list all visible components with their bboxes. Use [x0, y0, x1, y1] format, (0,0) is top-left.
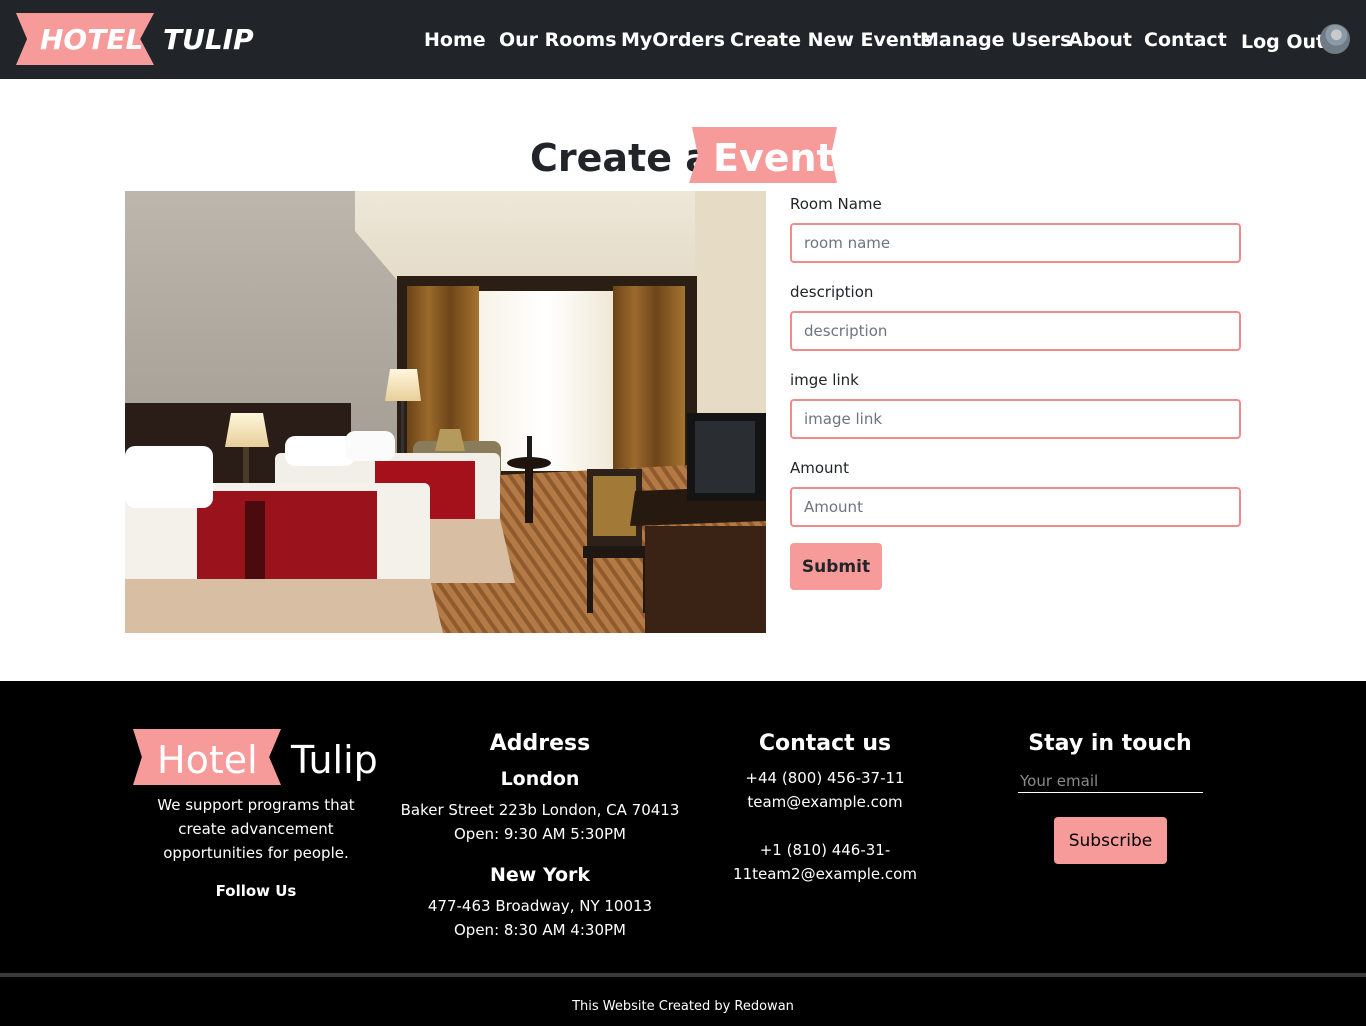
image-link-label: imge link — [790, 371, 859, 389]
amount-input[interactable] — [790, 487, 1241, 527]
room-name-input[interactable] — [790, 223, 1241, 263]
address-title: Address — [489, 731, 591, 756]
contact-phone-1: +44 (800) 456-37-11 — [745, 769, 905, 787]
contact-title: Contact us — [758, 731, 892, 756]
london-hours: Open: 9:30 AM 5:30PM — [454, 825, 626, 843]
nav-manage-users[interactable]: Manage Users — [920, 28, 1071, 52]
submit-button[interactable]: Submit — [790, 543, 882, 590]
new-york-street: 477-463 Broadway, NY 10013 — [427, 897, 653, 915]
amount-label: Amount — [790, 459, 849, 477]
user-avatar-icon[interactable] — [1320, 24, 1350, 54]
room-photo — [125, 191, 766, 633]
newsletter-email-input[interactable] — [1018, 769, 1203, 793]
room-name-label: Room Name — [790, 195, 882, 213]
image-link-input[interactable] — [790, 399, 1241, 439]
nav-about[interactable]: About — [1068, 28, 1132, 52]
city-new-york: New York — [489, 864, 591, 886]
stay-in-touch-title: Stay in touch — [1028, 731, 1192, 756]
nav-home[interactable]: Home — [424, 28, 486, 52]
footer: Hotel Tulip We support programs that cre… — [0, 681, 1366, 1026]
footer-brand-hotel: Hotel — [157, 738, 258, 782]
brand-word-hotel[interactable]: HOTEL — [40, 22, 143, 58]
page-title-highlight: Event — [713, 136, 835, 180]
site-credit: This Website Created by Redowan — [572, 999, 794, 1014]
nav-my-orders[interactable]: MyOrders — [621, 28, 725, 52]
navbar: HOTEL TULIP Home Our Rooms MyOrders Crea… — [0, 0, 1366, 79]
nav-log-out[interactable]: Log Out — [1241, 30, 1325, 54]
contact-email-2: 11team2@example.com — [733, 865, 917, 883]
new-york-hours: Open: 8:30 AM 4:30PM — [454, 921, 626, 939]
subscribe-button[interactable]: Subscribe — [1054, 817, 1167, 864]
city-london: London — [500, 768, 580, 790]
nav-contact[interactable]: Contact — [1144, 28, 1227, 52]
contact-phone-2: +1 (810) 446-31- — [759, 841, 891, 859]
footer-brand-tulip: Tulip — [291, 738, 378, 782]
nav-create-new-events[interactable]: Create New Events — [730, 28, 933, 52]
description-input[interactable] — [790, 311, 1241, 351]
brand-word-tulip[interactable]: TULIP — [163, 22, 254, 58]
page-title-prefix: Create a — [530, 136, 711, 180]
nav-our-rooms[interactable]: Our Rooms — [499, 28, 617, 52]
footer-divider — [0, 973, 1366, 977]
follow-us-label: Follow Us — [215, 882, 297, 900]
london-street: Baker Street 223b London, CA 70413 — [400, 801, 680, 819]
description-label: description — [790, 283, 874, 301]
footer-tagline: We support programs that create advancem… — [157, 796, 355, 862]
contact-email-1: team@example.com — [747, 793, 903, 811]
